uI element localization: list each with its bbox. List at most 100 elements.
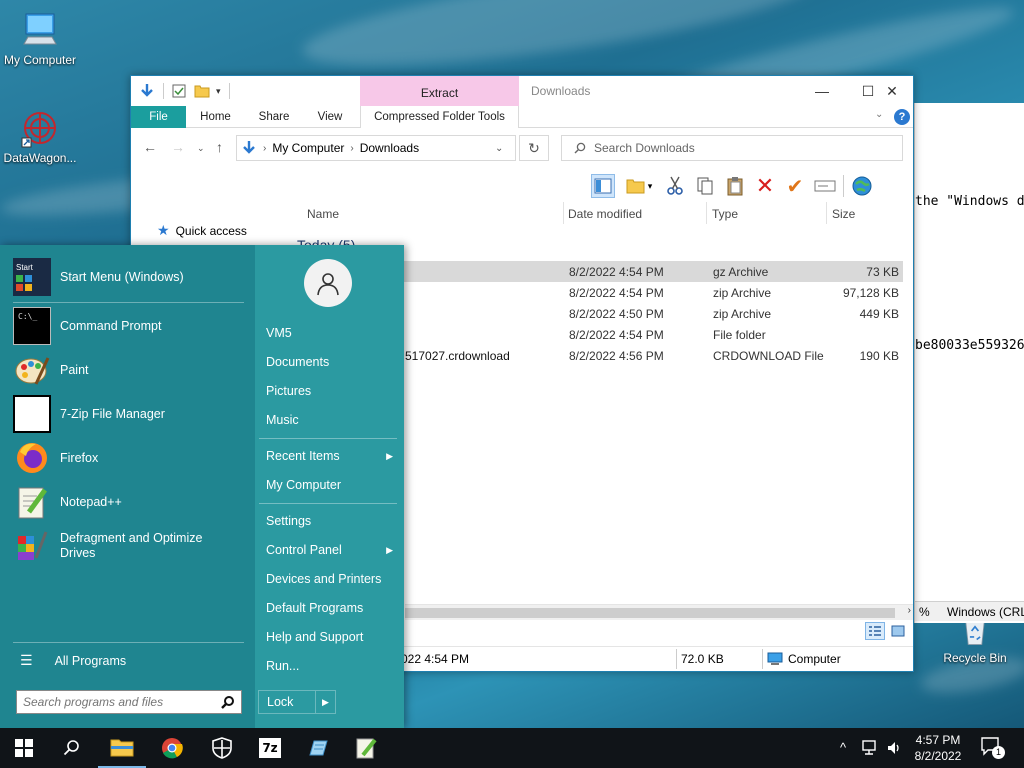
forward-icon[interactable]: → (171, 139, 185, 155)
new-item-icon[interactable]: ▾ (621, 174, 657, 198)
start-item-default-programs[interactable]: Default Programs (266, 597, 397, 619)
column-header-size[interactable]: Size (832, 207, 855, 221)
lock-options-arrow-icon[interactable]: ▶ (315, 691, 335, 713)
refresh-button[interactable]: ↻ (519, 135, 549, 161)
program-firefox[interactable]: Firefox (13, 439, 253, 477)
start-search-box[interactable] (16, 690, 242, 714)
table-row[interactable]: 8/2/2022 4:54 PM zip Archive 97,128 KB (401, 282, 903, 303)
tab-share[interactable]: Share (249, 106, 299, 128)
taskbar-notepad[interactable] (294, 728, 342, 768)
column-separator[interactable] (563, 202, 564, 224)
program-label: Firefox (60, 451, 99, 465)
breadcrumb-item[interactable]: Downloads (360, 141, 419, 155)
paste-icon[interactable] (723, 174, 747, 198)
start-item-recent-items[interactable]: Recent Items ▶ (266, 445, 397, 467)
horizontal-scrollbar[interactable]: › (405, 604, 913, 620)
start-item-run[interactable]: Run... (266, 655, 397, 677)
tab-home[interactable]: Home (193, 106, 238, 128)
taskbar-chrome[interactable] (148, 728, 196, 768)
start-search-input[interactable] (17, 695, 221, 709)
column-separator[interactable] (706, 202, 707, 224)
up-icon[interactable]: ↑ (216, 139, 223, 155)
preview-pane-icon[interactable] (591, 174, 615, 198)
star-icon: ★ (157, 222, 170, 238)
tab-view[interactable]: View (307, 106, 353, 128)
copy-icon[interactable] (693, 174, 717, 198)
column-header-date[interactable]: Date modified (568, 207, 642, 221)
scroll-right-icon[interactable]: › (908, 605, 911, 616)
taskbar-file-explorer[interactable] (98, 728, 146, 768)
window-title: Downloads (531, 84, 591, 98)
start-item-control-panel[interactable]: Control Panel ▶ (266, 539, 397, 561)
tab-file[interactable]: File (131, 106, 186, 128)
customize-qa-dropdown-icon[interactable]: ▾ (216, 86, 221, 97)
taskbar-notepadpp[interactable] (342, 728, 390, 768)
start-item-documents[interactable]: Documents (266, 351, 397, 373)
properties-icon[interactable] (172, 84, 186, 98)
desktop-icon-datawagon[interactable]: DataWagon... (0, 108, 80, 165)
desktop-icon-label: Recycle Bin (943, 651, 1007, 665)
program-command-prompt[interactable]: C:\_ Command Prompt (13, 307, 253, 345)
back-icon[interactable]: ← (143, 139, 157, 155)
checkmark-icon[interactable]: ✔ (783, 174, 807, 198)
column-separator[interactable] (826, 202, 827, 224)
globe-icon[interactable] (850, 174, 874, 198)
column-header-name[interactable]: Name (307, 207, 339, 221)
address-bar[interactable]: › My Computer › Downloads ⌄ (236, 135, 516, 161)
delete-icon[interactable]: ✕ (753, 173, 777, 198)
clock[interactable]: 4:57 PM 8/2/2022 (900, 732, 976, 764)
user-avatar[interactable] (304, 259, 352, 307)
tab-compressed-folder-tools[interactable]: Compressed Folder Tools (360, 106, 519, 128)
program-defragment[interactable]: Defragment and Optimize Drives (13, 527, 253, 565)
address-dropdown-icon[interactable]: ⌄ (495, 143, 503, 154)
table-row[interactable]: 8/2/2022 4:50 PM zip Archive 449 KB (401, 303, 903, 324)
network-icon[interactable] (862, 740, 880, 756)
expand-ribbon-icon[interactable]: ⌄ (875, 109, 883, 120)
program-notepadpp[interactable]: Notepad++ (13, 483, 253, 521)
large-icons-view-icon[interactable] (888, 622, 908, 640)
lock-button[interactable]: Lock ▶ (258, 690, 336, 714)
new-folder-icon[interactable] (194, 84, 210, 98)
minimize-button[interactable]: — (799, 80, 845, 102)
start-item-devices-printers[interactable]: Devices and Printers (266, 568, 397, 590)
search-icon[interactable] (221, 695, 235, 709)
close-button[interactable]: ✕ (869, 80, 915, 102)
taskbar-search-button[interactable] (48, 728, 96, 768)
nav-quick-access[interactable]: ★ Quick access (157, 222, 247, 239)
table-row[interactable]: 8/2/2022 4:54 PM File folder (401, 324, 903, 345)
title-bar[interactable]: ▾ Extract Downloads — ☐ ✕ (131, 76, 913, 106)
download-arrow-icon[interactable] (139, 83, 155, 99)
table-row[interactable]: 8/2/2022 4:54 PM gz Archive 73 KB (401, 261, 903, 282)
program-paint[interactable]: Paint (13, 351, 253, 389)
details-view-icon[interactable] (865, 622, 885, 640)
start-item-help-support[interactable]: Help and Support (266, 626, 397, 648)
action-center-button[interactable]: 1 (980, 736, 1005, 760)
start-item-settings[interactable]: Settings (266, 510, 397, 532)
rename-icon[interactable] (813, 174, 837, 198)
start-item-music[interactable]: Music (266, 409, 397, 431)
taskbar-security[interactable] (198, 728, 246, 768)
search-box[interactable]: Search Downloads (561, 135, 903, 161)
column-header-type[interactable]: Type (712, 207, 738, 221)
scrollbar-thumb[interactable] (405, 608, 895, 618)
start-item-pictures[interactable]: Pictures (266, 380, 397, 402)
start-button[interactable] (0, 728, 48, 768)
taskbar-7zip[interactable]: 7z (246, 728, 294, 768)
start-item-my-computer[interactable]: My Computer (266, 474, 397, 496)
breadcrumb-item[interactable]: My Computer (272, 141, 344, 155)
recent-locations-icon[interactable]: ⌄ (197, 143, 205, 154)
start-menu[interactable]: Start Start Menu (Windows) C:\_ Command … (0, 245, 404, 728)
desktop-icon-my-computer[interactable]: My Computer (0, 10, 80, 67)
cut-icon[interactable] (663, 174, 687, 198)
table-row[interactable]: 517027.crdownload 8/2/2022 4:56 PM CRDOW… (401, 345, 903, 366)
start-item-vm5[interactable]: VM5 (266, 322, 397, 344)
background-window[interactable]: the "Windows d be80033e559326 % Windows … (914, 103, 1024, 623)
start-item-label: Recent Items (266, 449, 340, 463)
divider (676, 649, 677, 669)
user-icon (317, 273, 339, 296)
show-hidden-icons-icon[interactable]: ^ (840, 740, 846, 755)
program-start-menu[interactable]: Start Start Menu (Windows) (13, 258, 253, 296)
program-7zip[interactable]: 7z 7-Zip File Manager (13, 395, 253, 433)
help-icon[interactable]: ? (894, 109, 910, 125)
all-programs-button[interactable]: ☰ All Programs (20, 652, 126, 669)
